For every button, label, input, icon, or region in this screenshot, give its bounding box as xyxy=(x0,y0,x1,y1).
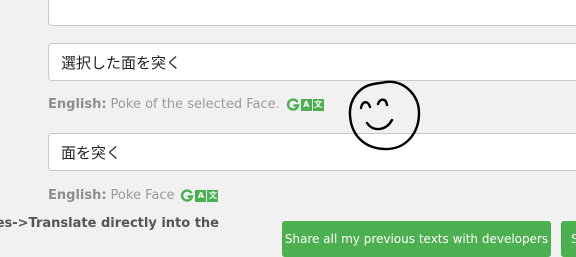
translation-input-poke-face[interactable]: 面を突く xyxy=(48,133,576,171)
english-label: English: xyxy=(48,97,107,112)
smiley-face-drawing xyxy=(348,80,421,151)
english-text: Poke Face xyxy=(110,188,175,203)
share-texts-button[interactable]: Share all my previous texts with develop… xyxy=(282,221,551,257)
google-translate-g-icon[interactable] xyxy=(180,188,194,203)
instructions-text-content: ces->Translate directly into the xyxy=(0,216,219,231)
english-text: Poke of the selected Face. xyxy=(110,97,280,112)
translate-icons[interactable]: A 文 xyxy=(180,188,219,203)
translate-icons[interactable]: A 文 xyxy=(286,97,324,112)
google-translate-g-icon[interactable] xyxy=(286,97,300,112)
english-hint-1: English: Poke of the selected Face. A 文 xyxy=(48,97,324,112)
english-hint-2: English: Poke Face A 文 xyxy=(48,188,219,203)
translation-input-select-face[interactable]: 選択した面を突く xyxy=(48,43,576,81)
translate-kanji-icon[interactable]: 文 xyxy=(312,98,324,111)
translate-kanji-icon[interactable]: 文 xyxy=(207,189,219,202)
translation-input-top[interactable] xyxy=(48,0,576,26)
english-label: English: xyxy=(48,188,107,203)
next-button[interactable]: S xyxy=(561,221,576,257)
instructions-text: ces->Translate directly into the xyxy=(0,216,231,231)
translate-a-icon[interactable]: A xyxy=(300,98,312,111)
translate-a-icon[interactable]: A xyxy=(195,189,207,202)
